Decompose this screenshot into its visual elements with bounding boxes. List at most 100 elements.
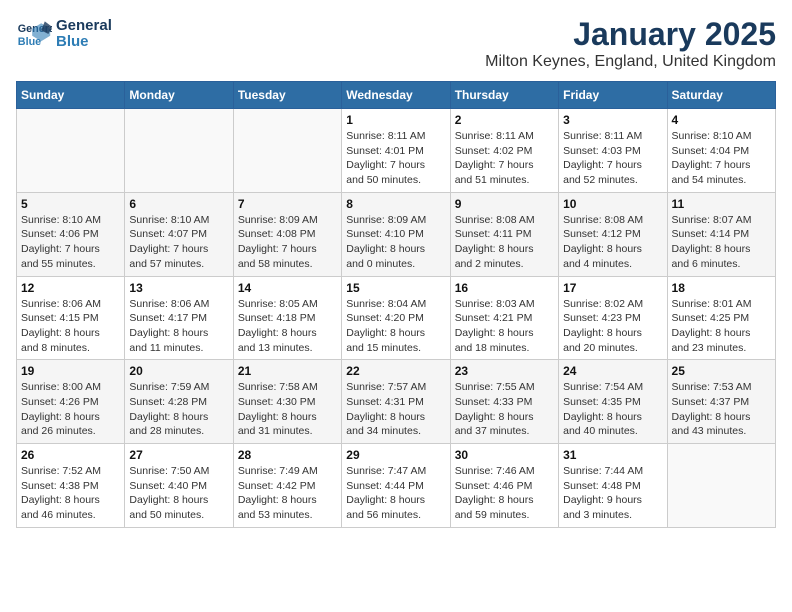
day-info: Sunrise: 7:57 AM Sunset: 4:31 PM Dayligh… — [346, 380, 445, 439]
day-number: 3 — [563, 113, 662, 127]
day-number: 8 — [346, 197, 445, 211]
weekday-header: Saturday — [667, 82, 775, 109]
day-number: 24 — [563, 364, 662, 378]
calendar-cell — [667, 444, 775, 528]
day-number: 29 — [346, 448, 445, 462]
day-info: Sunrise: 7:47 AM Sunset: 4:44 PM Dayligh… — [346, 464, 445, 523]
day-number: 31 — [563, 448, 662, 462]
calendar-cell: 24Sunrise: 7:54 AM Sunset: 4:35 PM Dayli… — [559, 360, 667, 444]
day-info: Sunrise: 8:11 AM Sunset: 4:02 PM Dayligh… — [455, 129, 554, 188]
weekday-header: Sunday — [17, 82, 125, 109]
day-info: Sunrise: 7:53 AM Sunset: 4:37 PM Dayligh… — [672, 380, 771, 439]
day-info: Sunrise: 7:52 AM Sunset: 4:38 PM Dayligh… — [21, 464, 120, 523]
day-number: 7 — [238, 197, 337, 211]
calendar-cell: 3 Sunrise: 8:11 AM Sunset: 4:03 PM Daylig… — [559, 109, 667, 193]
calendar-week-row: 1Sunrise: 8:11 AM Sunset: 4:01 PM Daylig… — [17, 109, 776, 193]
day-info: Sunrise: 7:49 AM Sunset: 4:42 PM Dayligh… — [238, 464, 337, 523]
calendar-cell: 18 Sunrise: 8:01 AM Sunset: 4:25 PM Dayli… — [667, 276, 775, 360]
calendar-cell: 28 Sunrise: 7:49 AM Sunset: 4:42 PM Dayli… — [233, 444, 341, 528]
calendar-cell: 22 Sunrise: 7:57 AM Sunset: 4:31 PM Dayli… — [342, 360, 450, 444]
day-number: 25 — [672, 364, 771, 378]
location: Milton Keynes, England, United Kingdom — [485, 53, 776, 71]
calendar-cell — [125, 109, 233, 193]
calendar-cell: 20Sunrise: 7:59 AM Sunset: 4:28 PM Dayli… — [125, 360, 233, 444]
day-info: Sunrise: 8:09 AM Sunset: 4:10 PM Dayligh… — [346, 213, 445, 272]
calendar-cell: 10 Sunrise: 8:08 AM Sunset: 4:12 PM Dayli… — [559, 192, 667, 276]
logo-line1: General — [56, 18, 112, 35]
day-number: 2 — [455, 113, 554, 127]
day-number: 9 — [455, 197, 554, 211]
calendar-week-row: 5Sunrise: 8:10 AM Sunset: 4:06 PM Daylig… — [17, 192, 776, 276]
day-number: 14 — [238, 281, 337, 295]
day-number: 4 — [672, 113, 771, 127]
day-info: Sunrise: 8:05 AM Sunset: 4:18 PM Dayligh… — [238, 297, 337, 356]
calendar-cell: 21 Sunrise: 7:58 AM Sunset: 4:30 PM Dayli… — [233, 360, 341, 444]
day-info: Sunrise: 8:10 AM Sunset: 4:06 PM Dayligh… — [21, 213, 120, 272]
day-info: Sunrise: 7:44 AM Sunset: 4:48 PM Dayligh… — [563, 464, 662, 523]
day-number: 28 — [238, 448, 337, 462]
day-info: Sunrise: 8:08 AM Sunset: 4:11 PM Dayligh… — [455, 213, 554, 272]
day-info: Sunrise: 8:01 AM Sunset: 4:25 PM Dayligh… — [672, 297, 771, 356]
day-info: Sunrise: 8:09 AM Sunset: 4:08 PM Dayligh… — [238, 213, 337, 272]
day-info: Sunrise: 8:10 AM Sunset: 4:07 PM Dayligh… — [129, 213, 228, 272]
day-number: 10 — [563, 197, 662, 211]
calendar-cell — [17, 109, 125, 193]
day-info: Sunrise: 8:00 AM Sunset: 4:26 PM Dayligh… — [21, 380, 120, 439]
weekday-header-row: SundayMondayTuesdayWednesdayThursdayFrid… — [17, 82, 776, 109]
page-header: General Blue General Blue January 2025 M… — [16, 16, 776, 71]
day-info: Sunrise: 8:07 AM Sunset: 4:14 PM Dayligh… — [672, 213, 771, 272]
weekday-header: Wednesday — [342, 82, 450, 109]
logo: General Blue General Blue — [16, 16, 112, 52]
day-info: Sunrise: 8:06 AM Sunset: 4:15 PM Dayligh… — [21, 297, 120, 356]
day-number: 23 — [455, 364, 554, 378]
day-info: Sunrise: 8:04 AM Sunset: 4:20 PM Dayligh… — [346, 297, 445, 356]
day-number: 30 — [455, 448, 554, 462]
calendar-cell: 26 Sunrise: 7:52 AM Sunset: 4:38 PM Dayli… — [17, 444, 125, 528]
weekday-header: Monday — [125, 82, 233, 109]
day-number: 26 — [21, 448, 120, 462]
day-info: Sunrise: 8:10 AM Sunset: 4:04 PM Dayligh… — [672, 129, 771, 188]
day-info: Sunrise: 7:59 AM Sunset: 4:28 PM Dayligh… — [129, 380, 228, 439]
calendar-week-row: 26 Sunrise: 7:52 AM Sunset: 4:38 PM Dayli… — [17, 444, 776, 528]
calendar-cell: 6 Sunrise: 8:10 AM Sunset: 4:07 PM Daylig… — [125, 192, 233, 276]
calendar-week-row: 19 Sunrise: 8:00 AM Sunset: 4:26 PM Dayli… — [17, 360, 776, 444]
calendar-cell: 23Sunrise: 7:55 AM Sunset: 4:33 PM Dayli… — [450, 360, 558, 444]
calendar-cell: 30 Sunrise: 7:46 AM Sunset: 4:46 PM Dayli… — [450, 444, 558, 528]
day-info: Sunrise: 8:11 AM Sunset: 4:01 PM Dayligh… — [346, 129, 445, 188]
day-number: 15 — [346, 281, 445, 295]
calendar-cell: 19 Sunrise: 8:00 AM Sunset: 4:26 PM Dayli… — [17, 360, 125, 444]
calendar-cell: 11 Sunrise: 8:07 AM Sunset: 4:14 PM Dayli… — [667, 192, 775, 276]
day-number: 6 — [129, 197, 228, 211]
calendar-cell: 27 Sunrise: 7:50 AM Sunset: 4:40 PM Dayli… — [125, 444, 233, 528]
day-number: 19 — [21, 364, 120, 378]
calendar-table: SundayMondayTuesdayWednesdayThursdayFrid… — [16, 81, 776, 528]
calendar-cell: 25 Sunrise: 7:53 AM Sunset: 4:37 PM Dayli… — [667, 360, 775, 444]
calendar-cell: 9 Sunrise: 8:08 AM Sunset: 4:11 PM Daylig… — [450, 192, 558, 276]
day-number: 18 — [672, 281, 771, 295]
calendar-cell: 1Sunrise: 8:11 AM Sunset: 4:01 PM Daylig… — [342, 109, 450, 193]
calendar-cell: 5Sunrise: 8:10 AM Sunset: 4:06 PM Daylig… — [17, 192, 125, 276]
day-info: Sunrise: 8:11 AM Sunset: 4:03 PM Dayligh… — [563, 129, 662, 188]
day-number: 17 — [563, 281, 662, 295]
day-number: 12 — [21, 281, 120, 295]
day-number: 13 — [129, 281, 228, 295]
calendar-cell: 31 Sunrise: 7:44 AM Sunset: 4:48 PM Dayli… — [559, 444, 667, 528]
day-info: Sunrise: 7:50 AM Sunset: 4:40 PM Dayligh… — [129, 464, 228, 523]
calendar-cell: 2 Sunrise: 8:11 AM Sunset: 4:02 PM Daylig… — [450, 109, 558, 193]
calendar-cell: 17Sunrise: 8:02 AM Sunset: 4:23 PM Dayli… — [559, 276, 667, 360]
weekday-header: Friday — [559, 82, 667, 109]
day-number: 16 — [455, 281, 554, 295]
day-info: Sunrise: 7:46 AM Sunset: 4:46 PM Dayligh… — [455, 464, 554, 523]
weekday-header: Thursday — [450, 82, 558, 109]
calendar-cell: 29 Sunrise: 7:47 AM Sunset: 4:44 PM Dayli… — [342, 444, 450, 528]
day-number: 21 — [238, 364, 337, 378]
day-number: 11 — [672, 197, 771, 211]
logo-line2: Blue — [56, 34, 112, 51]
day-number: 27 — [129, 448, 228, 462]
day-info: Sunrise: 8:08 AM Sunset: 4:12 PM Dayligh… — [563, 213, 662, 272]
calendar-cell: 16 Sunrise: 8:03 AM Sunset: 4:21 PM Dayli… — [450, 276, 558, 360]
day-info: Sunrise: 7:58 AM Sunset: 4:30 PM Dayligh… — [238, 380, 337, 439]
calendar-cell: 4 Sunrise: 8:10 AM Sunset: 4:04 PM Daylig… — [667, 109, 775, 193]
day-info: Sunrise: 8:03 AM Sunset: 4:21 PM Dayligh… — [455, 297, 554, 356]
day-number: 22 — [346, 364, 445, 378]
